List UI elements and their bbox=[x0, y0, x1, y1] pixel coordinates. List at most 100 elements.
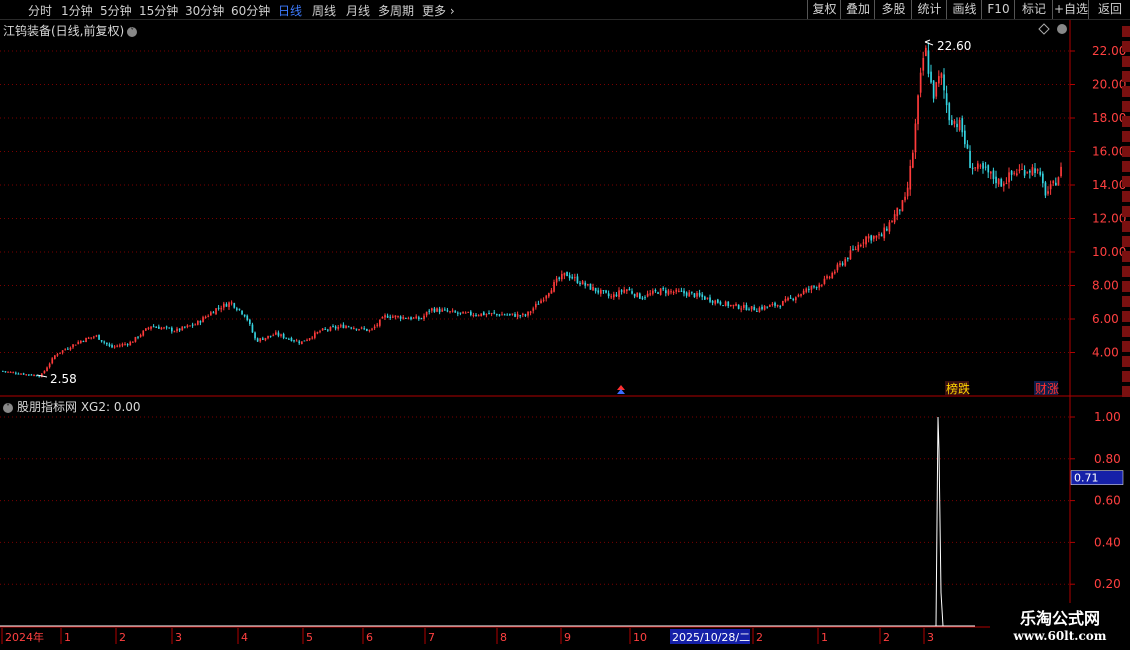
toolbar-action-5[interactable]: F10 bbox=[981, 0, 1015, 19]
event-badge[interactable]: 榜跌 bbox=[946, 381, 970, 396]
candle-body bbox=[633, 294, 636, 297]
date-tick-label[interactable]: 3 bbox=[927, 631, 934, 644]
candle-body bbox=[683, 290, 685, 294]
candle-body bbox=[25, 374, 28, 376]
candle-body bbox=[639, 293, 641, 299]
period-tab-8[interactable]: 月线 bbox=[346, 2, 370, 19]
date-tick-label[interactable]: 3 bbox=[175, 631, 182, 644]
period-tab-3[interactable]: 15分钟 bbox=[139, 2, 178, 19]
date-tick-label[interactable]: 2024年 bbox=[5, 630, 44, 644]
candle-body bbox=[646, 293, 649, 297]
candle-body bbox=[691, 291, 693, 293]
candle-body bbox=[204, 316, 207, 318]
candle-body bbox=[415, 316, 418, 319]
toolbar-action-2[interactable]: 多股 bbox=[874, 0, 912, 19]
date-cursor-label: 2025/10/28/二 bbox=[672, 631, 750, 644]
candle-body bbox=[995, 176, 997, 184]
candle-body bbox=[262, 338, 264, 340]
date-tick-label[interactable]: 2 bbox=[883, 631, 890, 644]
candle-body bbox=[425, 311, 428, 316]
side-strip-glyph bbox=[1122, 146, 1130, 157]
period-tab-5[interactable]: 60分钟 bbox=[231, 2, 270, 19]
toolbar-action-6[interactable]: 标记 bbox=[1014, 0, 1053, 19]
date-tick-label[interactable]: 4 bbox=[241, 631, 248, 644]
candle-body bbox=[165, 326, 168, 328]
candle-body bbox=[800, 294, 802, 296]
candle-body bbox=[129, 342, 132, 346]
candle-body bbox=[233, 303, 236, 308]
candle-body bbox=[823, 278, 826, 285]
candle-body bbox=[1031, 167, 1034, 175]
candle-body bbox=[758, 307, 761, 312]
candle-body bbox=[181, 326, 184, 331]
toolbar-action-8[interactable]: 返回 bbox=[1088, 0, 1130, 19]
chart-canvas[interactable]: 22.0020.0018.0016.0014.0012.0010.008.006… bbox=[0, 20, 1130, 650]
candle-body bbox=[418, 317, 420, 320]
candle-body bbox=[160, 327, 163, 330]
side-strip-glyph bbox=[1122, 131, 1130, 142]
date-axis[interactable]: 2024年 1 2 3 4 5 6 7 8 9 10 2025/10/28/二 2 1 2 3 bbox=[1, 628, 934, 644]
date-tick-label[interactable]: 2 bbox=[756, 631, 763, 644]
date-tick-label[interactable]: 1 bbox=[821, 631, 828, 644]
candle-body bbox=[527, 311, 529, 316]
event-badge[interactable]: 财涨 bbox=[1035, 381, 1059, 396]
diamond-icon[interactable] bbox=[1038, 23, 1050, 35]
period-tab-4[interactable]: 30分钟 bbox=[185, 2, 224, 19]
date-tick-label[interactable]: 7 bbox=[428, 631, 435, 644]
settings-circle-icon[interactable] bbox=[1057, 24, 1067, 34]
date-tick-label[interactable]: 2 bbox=[119, 631, 126, 644]
date-tick-label[interactable]: 8 bbox=[500, 631, 507, 644]
candle-body bbox=[1026, 172, 1029, 174]
cursor-value: 0.71 bbox=[1074, 472, 1099, 485]
date-tick-label[interactable]: 1 bbox=[64, 631, 71, 644]
candle-body bbox=[657, 292, 659, 294]
indicator-tick-label: 0.80 bbox=[1094, 452, 1121, 466]
period-tab-6[interactable]: 日线 bbox=[278, 2, 302, 19]
candle-body bbox=[438, 308, 441, 313]
candle-body bbox=[623, 289, 626, 293]
period-tab-2[interactable]: 5分钟 bbox=[100, 2, 132, 19]
toolbar-action-4[interactable]: 画线 bbox=[946, 0, 982, 19]
candle-body bbox=[264, 337, 267, 341]
period-tab-10[interactable]: 更多 › bbox=[422, 2, 455, 19]
date-tick-label[interactable]: 9 bbox=[564, 631, 571, 644]
date-tick-label[interactable]: 5 bbox=[306, 631, 313, 644]
date-tick-label[interactable]: 10 bbox=[633, 631, 647, 644]
candle-body bbox=[324, 328, 327, 330]
candle-body bbox=[199, 321, 202, 323]
candle-body bbox=[514, 314, 516, 317]
candle-body bbox=[386, 315, 389, 318]
price-tick-label: 10.00 bbox=[1092, 245, 1126, 259]
toolbar-action-0[interactable]: 复权 bbox=[807, 0, 841, 19]
candle-body bbox=[519, 315, 522, 317]
toolbar-action-7[interactable]: +自选 bbox=[1052, 0, 1089, 19]
price-tick-label: 22.00 bbox=[1092, 44, 1126, 58]
candle-body bbox=[249, 319, 251, 325]
chart-labels: 22.60 2.58 榜跌 财涨 bbox=[36, 23, 1067, 396]
toolbar-action-1[interactable]: 叠加 bbox=[840, 0, 875, 19]
candle-body bbox=[223, 303, 225, 308]
candle-body bbox=[836, 264, 839, 271]
toolbar-action-3[interactable]: 统计 bbox=[911, 0, 947, 19]
period-tab-0[interactable]: 分时 bbox=[28, 2, 52, 19]
candle-body bbox=[558, 277, 561, 280]
candle-body bbox=[826, 276, 828, 279]
candle-body bbox=[805, 288, 808, 292]
candle-body bbox=[228, 302, 230, 307]
candle-body bbox=[662, 287, 665, 290]
candle-body bbox=[922, 57, 925, 71]
period-tab-7[interactable]: 周线 bbox=[312, 2, 336, 19]
candle-body bbox=[85, 338, 87, 343]
candle-body bbox=[152, 326, 155, 328]
xg2-line bbox=[0, 416, 975, 627]
candle-body bbox=[932, 80, 935, 99]
candle-body bbox=[912, 152, 914, 168]
period-tab-1[interactable]: 1分钟 bbox=[61, 2, 93, 19]
date-tick-label[interactable]: 6 bbox=[366, 631, 373, 644]
watermark-logo: 乐淘公式网 www.60lt.com bbox=[990, 603, 1130, 650]
candle-body bbox=[566, 271, 568, 277]
period-tab-9[interactable]: 多周期 bbox=[378, 2, 414, 19]
candle-body bbox=[61, 350, 64, 353]
candle-body bbox=[919, 72, 922, 93]
high-price-label: 22.60 bbox=[937, 39, 971, 53]
